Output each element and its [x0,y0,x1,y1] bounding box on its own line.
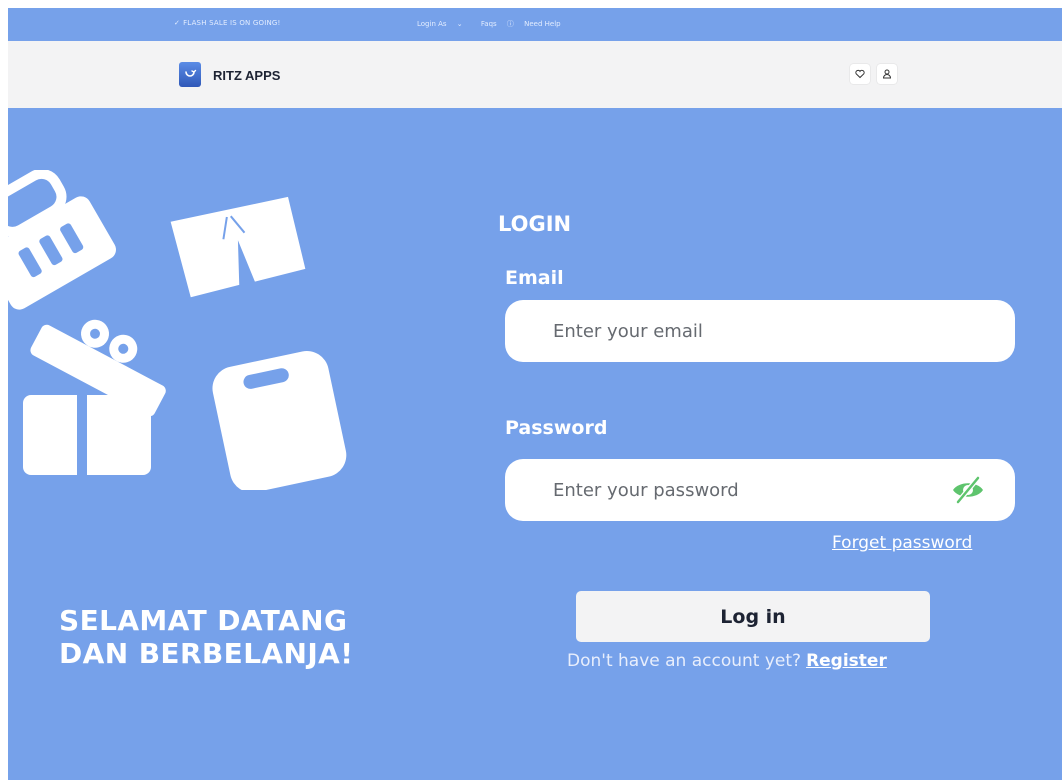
top-bar: ✓ FLASH SALE IS ON GOING! Login As ⌄ Faqs… [8,8,1062,41]
email-input[interactable] [505,300,1015,362]
top-links: Login As ⌄ Faqs ⓘ Need Help [417,19,577,29]
info-icon: ⓘ [506,20,514,28]
header: RITZ APPS [8,41,1062,108]
register-link[interactable]: Register [806,651,887,671]
heart-icon [855,69,865,79]
shopping-illustration [8,170,347,490]
account-button[interactable] [877,64,897,84]
login-button[interactable]: Log in [576,591,930,642]
shorts-icon [170,196,306,298]
email-label: Email [505,267,564,289]
password-label: Password [505,417,608,439]
chevron-down-icon: ⌄ [456,20,463,28]
wishlist-button[interactable] [850,64,870,84]
faqs-link[interactable]: Faqs [481,20,497,28]
login-section: SELAMAT DATANG DAN BERBELANJA! LOGIN Ema… [8,108,1062,780]
welcome-heading: SELAMAT DATANG DAN BERBELANJA! [59,604,354,670]
basket-icon [8,170,116,310]
need-help-link[interactable]: ⓘ Need Help [507,20,569,28]
flash-sale-notice: ✓ FLASH SALE IS ON GOING! [174,19,281,27]
login-as-link[interactable]: Login As ⌄ [417,20,471,28]
register-prompt: Don't have an account yet? Register [567,651,887,671]
gift-box-icon [23,319,166,475]
eye-slash-icon[interactable] [950,472,986,508]
login-title: LOGIN [498,212,572,236]
bag-logo-icon [185,69,197,77]
check-icon: ✓ [174,19,181,27]
no-account-text: Don't have an account yet? [567,651,802,671]
brand-name[interactable]: RITZ APPS [213,68,280,83]
brand-logo[interactable] [179,62,201,87]
password-input[interactable] [505,459,1015,521]
forget-password-link[interactable]: Forget password [832,533,972,553]
user-icon [882,69,892,79]
shopping-bag-icon [212,350,347,490]
